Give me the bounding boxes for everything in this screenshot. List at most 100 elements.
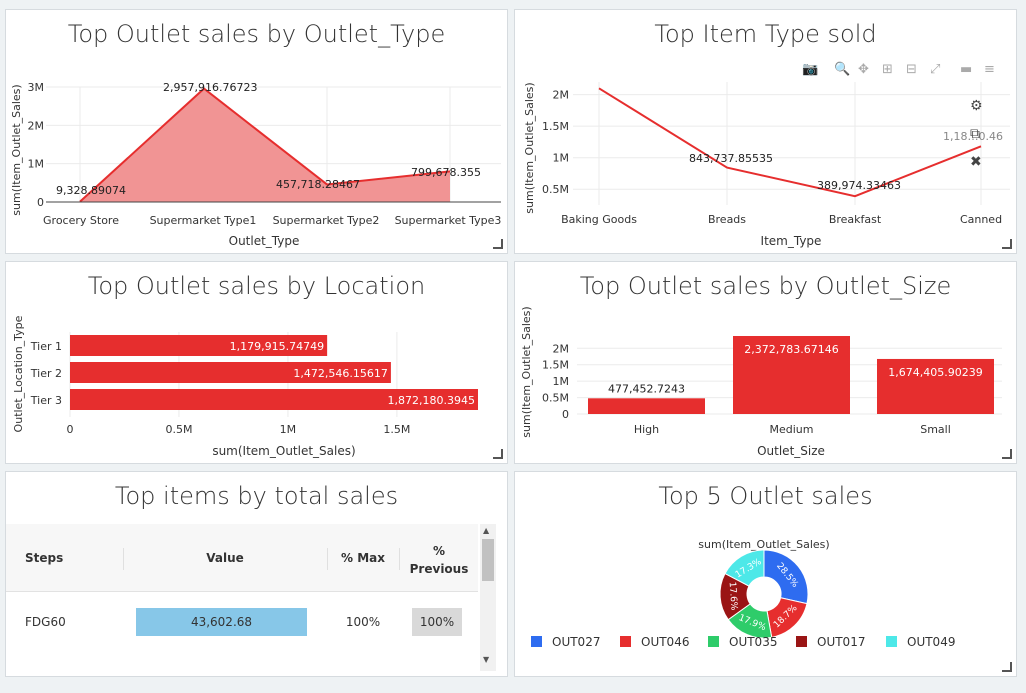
legend-label: OUT035 bbox=[729, 635, 778, 649]
x-tick-label: Medium bbox=[770, 423, 814, 436]
pan-icon[interactable]: ✥ bbox=[858, 63, 869, 77]
y-tick-label: 1.5M bbox=[542, 359, 569, 372]
cell-value-bar: 43,602.68 bbox=[136, 608, 307, 636]
x-tick-label: Canned bbox=[960, 213, 1002, 226]
y-tick-label: Tier 3 bbox=[30, 394, 62, 407]
bar-chart-location: 0 0.5M 1M 1.5M 1,179,915.74749 Tier 1 1,472,54… bbox=[12, 315, 478, 458]
y-tick-label: 2M bbox=[28, 119, 45, 132]
legend-label: OUT017 bbox=[817, 635, 866, 649]
y-axis-title: sum(Item_Outlet_Sales) bbox=[523, 82, 536, 213]
y-tick-label: 1.5M bbox=[542, 120, 569, 133]
panel-top-items: Top items by total sales Steps Value % M… bbox=[5, 471, 508, 677]
header-pct-max[interactable]: % Max bbox=[327, 551, 399, 565]
x-tick-label: 1M bbox=[280, 423, 297, 436]
panel-item-type: Top Item Type sold 0.5M 1M 1.5M 2M 843,737.8… bbox=[514, 9, 1017, 254]
data-label: 843,737.85535 bbox=[689, 152, 773, 165]
panel-outlet-type: Top Outlet sales by Outlet_Type 0 1M 2M 3M 9… bbox=[5, 9, 508, 254]
table-header: Steps Value % Max % Previous bbox=[6, 524, 478, 592]
resize-handle[interactable] bbox=[1002, 662, 1012, 672]
legend-swatch bbox=[620, 636, 631, 647]
close-icon[interactable]: ✖ bbox=[970, 154, 982, 170]
data-label: 477,452.7243 bbox=[608, 382, 685, 395]
scroll-up-icon[interactable]: ▲ bbox=[483, 527, 489, 535]
header-steps[interactable]: Steps bbox=[25, 551, 63, 565]
legend-item[interactable]: OUT035 bbox=[708, 635, 777, 649]
area-chart-outlet-type: 0 1M 2M 3M 9,328.89074 2,957,916.76723 457,718… bbox=[10, 81, 502, 248]
legend-item[interactable]: OUT027 bbox=[531, 635, 600, 649]
gear-icon[interactable]: ⚙ bbox=[970, 98, 983, 114]
compare-icon[interactable]: ≡ bbox=[984, 63, 995, 77]
cell-steps: FDG60 bbox=[25, 615, 66, 629]
y-tick-label: 0 bbox=[37, 196, 44, 209]
legend-item[interactable]: OUT046 bbox=[620, 635, 689, 649]
x-tick-label: Supermarket Type3 bbox=[395, 214, 502, 227]
x-tick-label: Small bbox=[920, 423, 951, 436]
pie-subtitle: sum(Item_Outlet_Sales) bbox=[698, 538, 829, 551]
resize-handle[interactable] bbox=[1002, 449, 1012, 459]
x-tick-label: 0.5M bbox=[165, 423, 192, 436]
header-value[interactable]: Value bbox=[123, 551, 327, 565]
data-label: 1,472,546.15617 bbox=[293, 367, 387, 380]
y-tick-label: 0.5M bbox=[542, 183, 569, 196]
y-tick-label: 1M bbox=[28, 158, 45, 171]
area-fill bbox=[80, 88, 450, 202]
y-tick-label: 2M bbox=[553, 342, 570, 355]
line-chart-item-type: 0.5M1M1.5M2M843,737.85535389,974.334631,… bbox=[523, 82, 1010, 248]
table-scrollbar[interactable]: ▲ ▼ bbox=[480, 524, 496, 671]
camera-icon[interactable]: 📷 bbox=[802, 63, 818, 77]
legend-swatch bbox=[531, 636, 542, 647]
resize-handle[interactable] bbox=[493, 239, 503, 249]
y-tick-label: 0 bbox=[562, 408, 569, 421]
bar-chart-outlet-size: 0 0.5M 1M 1.5M 2M 477,452.7243 High 2,372,783.6… bbox=[520, 306, 1002, 458]
x-axis-title: Outlet_Size bbox=[757, 444, 825, 458]
legend-label: OUT049 bbox=[907, 635, 956, 649]
legend-label: OUT027 bbox=[552, 635, 601, 649]
scroll-thumb[interactable] bbox=[482, 539, 494, 581]
external-link-icon[interactable]: ⧉ bbox=[970, 126, 980, 142]
bar bbox=[588, 398, 705, 414]
y-tick-label: Tier 2 bbox=[30, 367, 62, 380]
data-label: 389,974.33463 bbox=[817, 179, 901, 192]
x-tick-label: Breads bbox=[708, 213, 746, 226]
resize-handle[interactable] bbox=[493, 449, 503, 459]
zoom-icon[interactable]: 🔍 bbox=[834, 63, 850, 77]
header-pct-previous[interactable]: % Previous bbox=[399, 542, 479, 578]
y-axis-title: sum(Item_Outlet_Sales) bbox=[10, 84, 23, 215]
x-axis-title: Item_Type bbox=[761, 234, 822, 248]
x-tick-label: Baking Goods bbox=[561, 213, 637, 226]
legend-item[interactable]: OUT049 bbox=[886, 635, 955, 649]
x-tick-label: High bbox=[634, 423, 659, 436]
x-axis-title: sum(Item_Outlet_Sales) bbox=[212, 444, 355, 458]
resize-handle[interactable] bbox=[1002, 239, 1012, 249]
cell-pct-previous: 100% bbox=[412, 608, 462, 636]
legend-label: OUT046 bbox=[641, 635, 690, 649]
zoom-out-icon[interactable]: ⊟ bbox=[906, 63, 917, 77]
x-tick-label: Supermarket Type2 bbox=[273, 214, 380, 227]
panel-title: Top items by total sales bbox=[114, 482, 399, 510]
autoscale-icon[interactable]: ⤢ bbox=[930, 63, 940, 77]
data-label: 2,372,783.67146 bbox=[744, 343, 838, 356]
legend-item[interactable]: OUT017 bbox=[796, 635, 865, 649]
panel-outlet-size: Top Outlet sales by Outlet_Size 0 0.5M 1M 1… bbox=[514, 261, 1017, 464]
x-tick-label: Grocery Store bbox=[43, 214, 119, 227]
series-line bbox=[598, 87, 982, 198]
data-label: 457,718.28467 bbox=[276, 178, 360, 191]
y-tick-label: 0.5M bbox=[542, 392, 569, 405]
y-tick-label: 1M bbox=[553, 375, 570, 388]
y-tick-label: 3M bbox=[28, 81, 45, 94]
x-tick-label: 0 bbox=[67, 423, 74, 436]
legend-swatch bbox=[796, 636, 807, 647]
legend-swatch bbox=[708, 636, 719, 647]
tag-icon[interactable]: ▬ bbox=[960, 63, 972, 77]
scroll-down-icon[interactable]: ▼ bbox=[483, 656, 489, 664]
data-label: 9,328.89074 bbox=[56, 184, 126, 197]
y-axis-title: Outlet_Location_Type bbox=[12, 315, 25, 432]
data-label: 2,957,916.76723 bbox=[163, 81, 257, 94]
legend-swatch bbox=[886, 636, 897, 647]
zoom-in-icon[interactable]: ⊞ bbox=[882, 63, 893, 77]
cell-pct-max: 100% bbox=[345, 615, 381, 629]
y-tick-label: Tier 1 bbox=[30, 340, 62, 353]
y-axis-title: sum(Item_Outlet_Sales) bbox=[520, 306, 533, 437]
y-tick-label: 2M bbox=[553, 89, 570, 102]
y-tick-label: 1M bbox=[553, 152, 570, 165]
